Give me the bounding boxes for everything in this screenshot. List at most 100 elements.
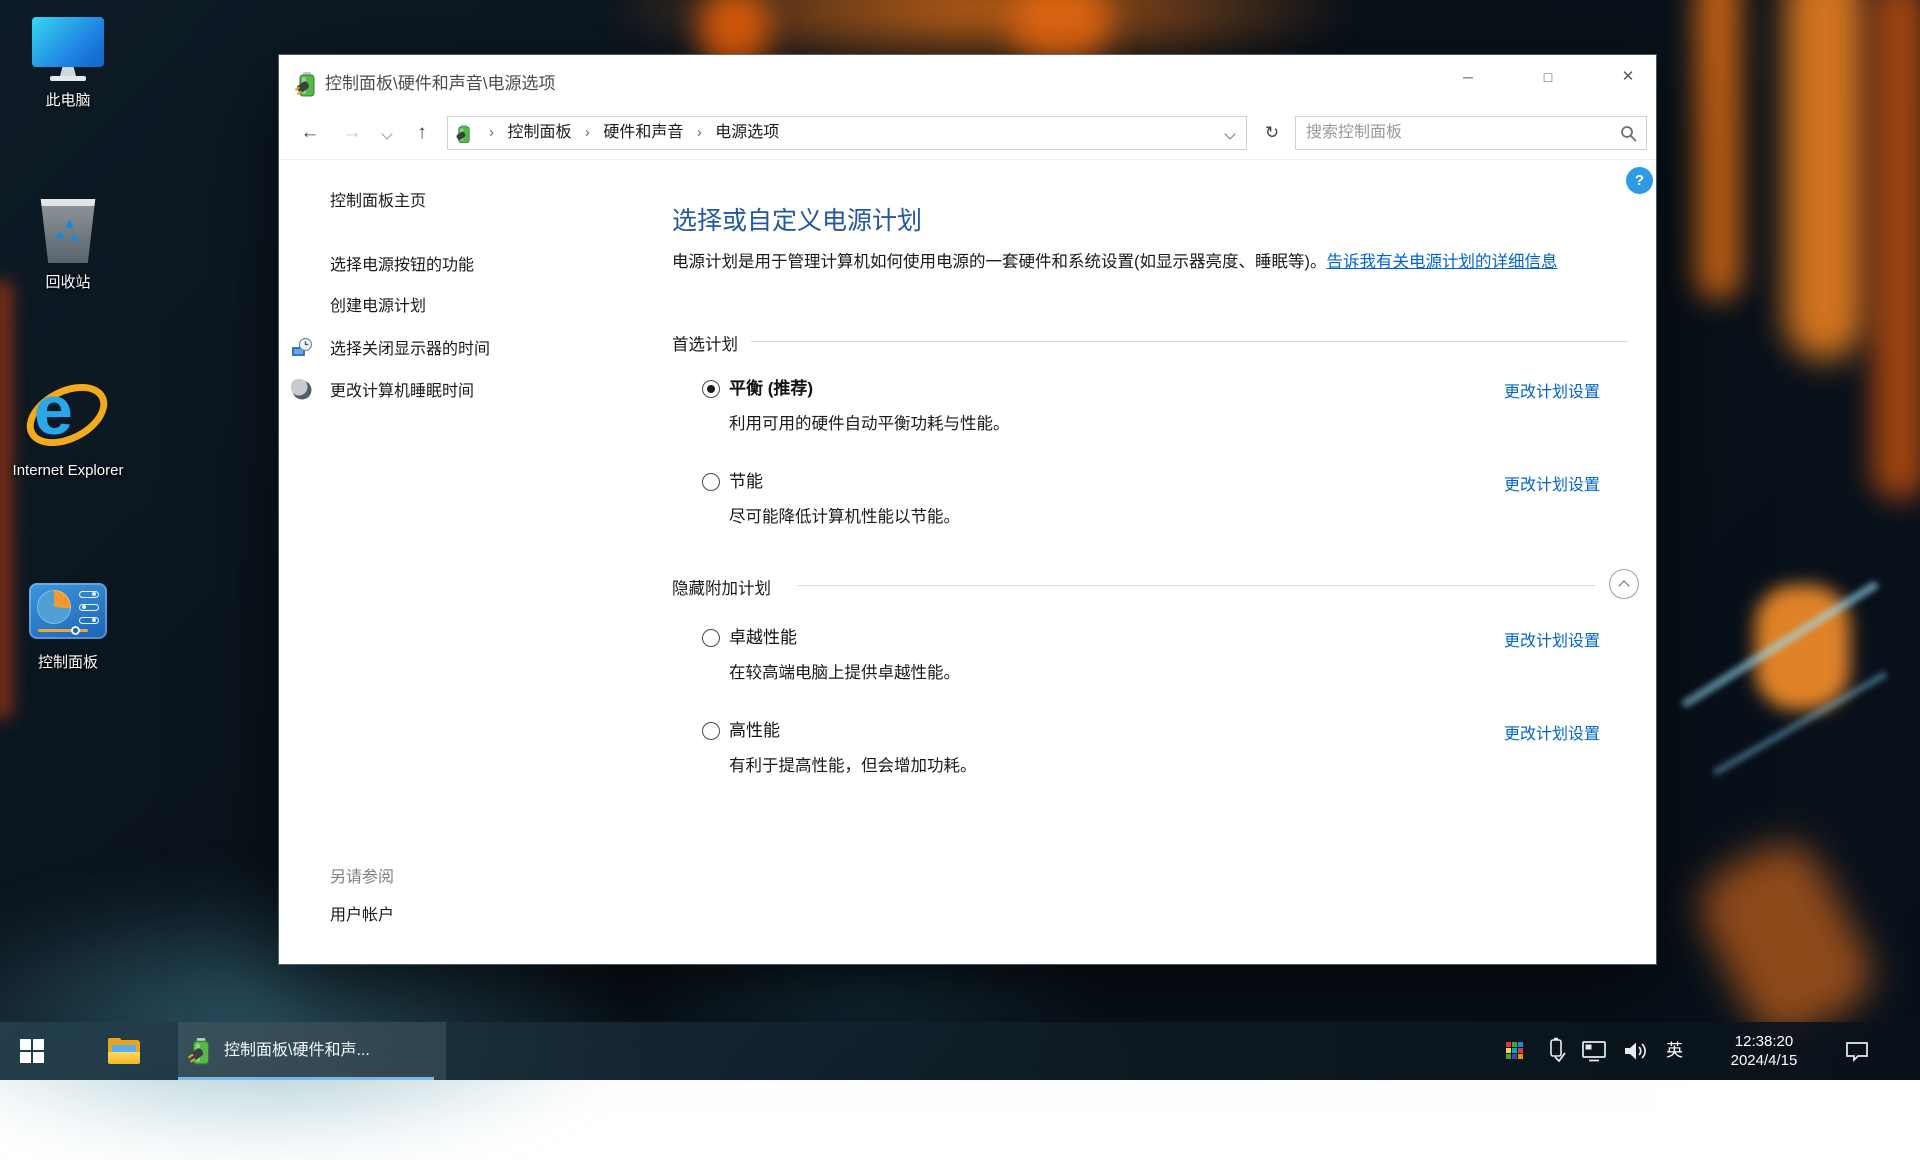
chevron-up-icon xyxy=(1618,580,1629,591)
radio-balanced[interactable] xyxy=(702,380,720,398)
radio-ultimate-performance[interactable] xyxy=(702,629,720,647)
usb-safely-remove-icon[interactable] xyxy=(1544,1037,1568,1095)
power-options-icon xyxy=(188,1037,214,1065)
language-indicator[interactable]: 英 xyxy=(1666,1022,1683,1080)
maximize-button[interactable]: □ xyxy=(1520,55,1576,99)
section-rule xyxy=(798,585,1595,586)
breadcrumb-separator-icon: › xyxy=(688,124,711,141)
wallpaper-glow xyxy=(1680,580,1880,710)
change-plan-settings-link[interactable]: 更改计划设置 xyxy=(1504,627,1600,651)
sleep-time-icon xyxy=(291,379,313,401)
power-plan-info-link[interactable]: 告诉我有关电源计划的详细信息 xyxy=(1327,253,1558,271)
plan-row-power-saver: 节能 尽可能降低计算机性能以节能。 更改计划设置 xyxy=(702,470,1600,494)
refresh-button[interactable]: ↻ xyxy=(1257,116,1287,150)
address-dropdown-chevron-icon[interactable] xyxy=(1224,128,1235,139)
address-bar[interactable]: › 控制面板 › 硬件和声音 › 电源选项 xyxy=(447,116,1247,150)
change-plan-settings-link[interactable]: 更改计划设置 xyxy=(1504,720,1600,744)
search-icon[interactable] xyxy=(1620,125,1638,143)
sidebar-item-control-panel-home[interactable]: 控制面板主页 xyxy=(330,191,426,213)
radio-power-saver[interactable] xyxy=(702,473,720,491)
recycle-bin-icon: ▲▲▲ xyxy=(8,194,128,268)
recent-pages-chevron-icon[interactable] xyxy=(381,128,392,139)
breadcrumb-control-panel[interactable]: 控制面板 xyxy=(507,124,571,141)
forward-button[interactable]: → xyxy=(335,113,369,153)
help-button[interactable]: ? xyxy=(1626,167,1653,194)
plan-name: 平衡 (推荐) xyxy=(729,377,1600,401)
sidebar-item-computer-sleep-time[interactable]: 更改计算机睡眠时间 xyxy=(330,381,474,403)
toolbar-divider xyxy=(279,159,1656,160)
tray-app-icon[interactable] xyxy=(1506,1042,1523,1100)
wallpaper-glow xyxy=(1695,0,1741,300)
window-title: 控制面板\硬件和声音\电源选项 xyxy=(325,55,555,113)
minimize-button[interactable]: ─ xyxy=(1440,55,1496,99)
taskbar-clock[interactable]: 12:38:20 2024/4/15 xyxy=(1712,1032,1816,1070)
wallpaper-glow xyxy=(1785,0,1865,360)
collapse-section-button[interactable] xyxy=(1609,569,1639,599)
power-options-icon xyxy=(295,71,319,97)
plan-row-ultimate-performance: 卓越性能 在较高端电脑上提供卓越性能。 更改计划设置 xyxy=(702,626,1600,650)
sidebar-item-user-accounts[interactable]: 用户帐户 xyxy=(330,905,394,927)
change-plan-settings-link[interactable]: 更改计划设置 xyxy=(1504,471,1600,495)
radio-high-performance[interactable] xyxy=(702,722,720,740)
plan-row-high-performance: 高性能 有利于提高性能，但会增加功耗。 更改计划设置 xyxy=(702,719,1600,743)
navigation-toolbar: ← → ↑ › 控制面板 › 硬件和声音 › 电源选项 ↻ xyxy=(279,113,1656,153)
clock-date: 2024/4/15 xyxy=(1712,1051,1816,1070)
wallpaper-glow xyxy=(1685,830,1884,1050)
plan-name: 高性能 xyxy=(729,719,1600,743)
section-rule xyxy=(751,341,1628,342)
plan-name: 卓越性能 xyxy=(729,626,1600,650)
intro-text: 电源计划是用于管理计算机如何使用电源的一套硬件和系统设置(如显示器亮度、睡眠等)… xyxy=(672,248,1620,276)
title-bar[interactable]: 控制面板\硬件和声音\电源选项 ─ □ ✕ xyxy=(279,55,1656,111)
plan-description: 在较高端电脑上提供卓越性能。 xyxy=(729,659,960,683)
back-button[interactable]: ← xyxy=(293,113,327,153)
power-options-icon xyxy=(455,123,473,144)
taskbar-app-control-panel[interactable]: 控制面板\硬件和声... xyxy=(178,1022,446,1080)
taskbar: 控制面板\硬件和声... 英 12:38:20 2 xyxy=(0,1022,1920,1080)
start-button[interactable] xyxy=(20,1039,44,1063)
taskbar-app-label: 控制面板\硬件和声... xyxy=(224,1022,370,1080)
desktop-icon-control-panel[interactable]: 控制面板 xyxy=(8,574,128,673)
page-title: 选择或自定义电源计划 xyxy=(672,201,922,237)
sidebar-item-power-button-function[interactable]: 选择电源按钮的功能 xyxy=(330,255,474,277)
intro-body: 电源计划是用于管理计算机如何使用电源的一套硬件和系统设置(如显示器亮度、睡眠等)… xyxy=(672,253,1327,271)
wallpaper-glow xyxy=(1712,670,1889,776)
internet-explorer-icon: e xyxy=(8,376,128,456)
sidebar-item-create-power-plan[interactable]: 创建电源计划 xyxy=(330,296,426,318)
wallpaper-glow xyxy=(1755,585,1850,710)
action-center-icon[interactable] xyxy=(1844,1040,1870,1098)
plan-description: 利用可用的硬件自动平衡功耗与性能。 xyxy=(729,410,1010,434)
wallpaper-glow xyxy=(1872,0,1920,500)
close-button[interactable]: ✕ xyxy=(1600,55,1656,99)
breadcrumb-hardware-sound[interactable]: 硬件和声音 xyxy=(603,124,683,141)
control-panel-window: 控制面板\硬件和声音\电源选项 ─ □ ✕ ← → ↑ › 控制面板 › 硬件和… xyxy=(279,55,1656,964)
section-header-hidden-plans: 隐藏附加计划 xyxy=(672,575,775,599)
desktop-icon-label: Internet Explorer xyxy=(8,461,128,481)
desktop-icon-internet-explorer[interactable]: e Internet Explorer xyxy=(8,376,128,481)
desktop-icon-label: 控制面板 xyxy=(8,653,128,673)
clock-time: 12:38:20 xyxy=(1712,1032,1816,1051)
breadcrumb-separator-icon: › xyxy=(576,124,599,141)
this-pc-icon xyxy=(8,12,128,86)
display-off-time-icon xyxy=(291,337,313,359)
search-box[interactable] xyxy=(1295,116,1647,150)
plan-description: 有利于提高性能，但会增加功耗。 xyxy=(729,752,977,776)
search-input[interactable] xyxy=(1296,117,1646,149)
desktop-icon-label: 回收站 xyxy=(8,273,128,293)
wallpaper-glow xyxy=(1010,0,1110,60)
file-explorer-taskbar-icon[interactable] xyxy=(108,1038,140,1064)
desktop-icon-label: 此电脑 xyxy=(8,91,128,111)
plan-name: 节能 xyxy=(729,470,1600,494)
see-also-header: 另请参阅 xyxy=(330,863,394,887)
volume-icon[interactable] xyxy=(1622,1039,1650,1097)
desktop-icon-recycle-bin[interactable]: ▲▲▲ 回收站 xyxy=(8,194,128,293)
control-panel-icon xyxy=(8,574,128,648)
desktop-icon-this-pc[interactable]: 此电脑 xyxy=(8,12,128,111)
plan-description: 尽可能降低计算机性能以节能。 xyxy=(729,503,960,527)
plan-row-balanced: 平衡 (推荐) 利用可用的硬件自动平衡功耗与性能。 更改计划设置 xyxy=(702,377,1600,401)
change-plan-settings-link[interactable]: 更改计划设置 xyxy=(1504,378,1600,402)
breadcrumb-separator-icon: › xyxy=(480,124,503,141)
up-button[interactable]: ↑ xyxy=(405,113,439,153)
network-icon[interactable] xyxy=(1580,1039,1610,1097)
breadcrumb-power-options[interactable]: 电源选项 xyxy=(715,124,779,141)
sidebar-item-display-off-time[interactable]: 选择关闭显示器的时间 xyxy=(330,339,490,361)
